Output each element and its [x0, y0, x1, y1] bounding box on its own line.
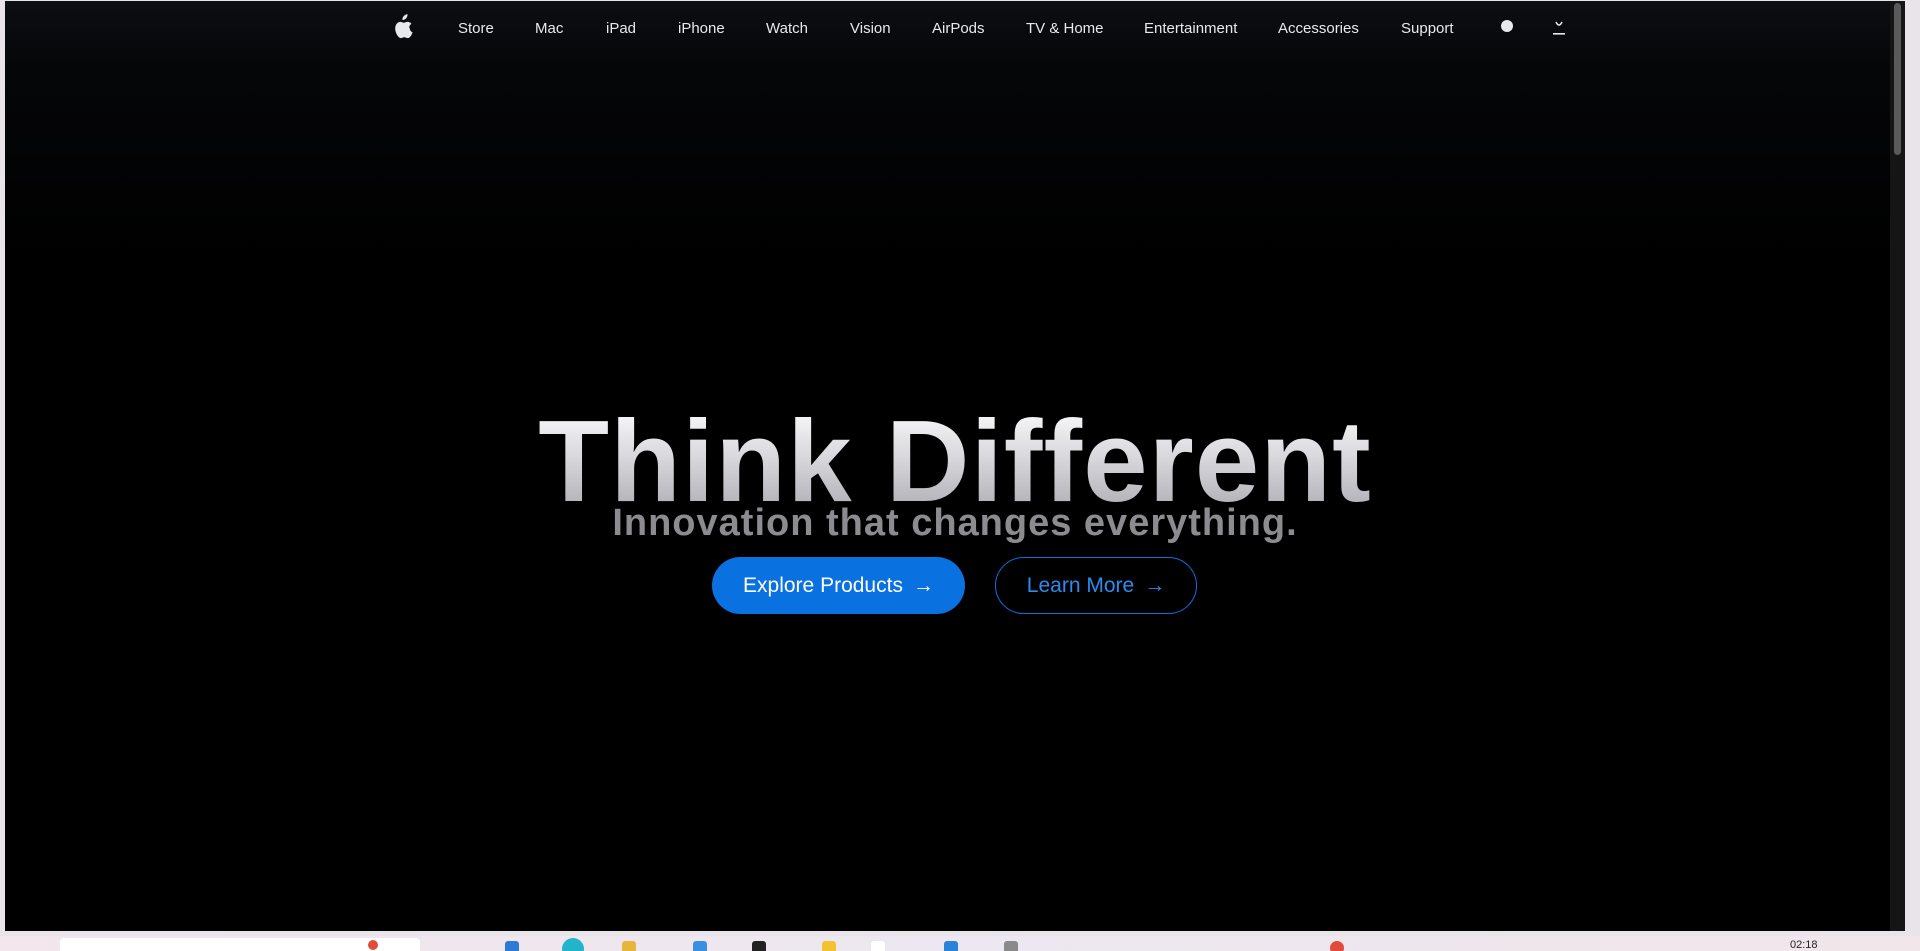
nav-item-ipad[interactable]: iPad	[606, 20, 636, 37]
learn-more-label: Learn More	[1026, 573, 1135, 597]
taskbar-app-icon[interactable]	[1004, 941, 1018, 951]
hero-subtitle: Innovation that changes everything.	[612, 502, 1298, 544]
os-taskbar: 02:18	[0, 936, 1920, 951]
nav-item-tv-home[interactable]: TV & Home	[1026, 20, 1104, 37]
taskbar-app-icon[interactable]	[752, 941, 766, 951]
arrow-right-icon: →	[1144, 573, 1166, 597]
scrollbar-thumb[interactable]	[1894, 3, 1901, 155]
taskbar-app-icon[interactable]	[505, 941, 519, 951]
nav-item-airpods[interactable]: AirPods	[932, 20, 985, 37]
nav-item-vision[interactable]: Vision	[850, 20, 891, 37]
taskbar-search[interactable]	[60, 938, 420, 951]
taskbar-app-icon[interactable]	[693, 941, 707, 951]
global-nav: Store Mac iPad iPhone Watch Vision AirPo…	[5, 1, 1905, 57]
nav-item-support[interactable]: Support	[1401, 20, 1454, 37]
explore-products-button[interactable]: Explore Products →	[712, 557, 965, 614]
edge-browser-icon[interactable]	[562, 938, 584, 951]
apple-logo-icon[interactable]	[391, 14, 413, 40]
learn-more-button[interactable]: Learn More →	[995, 557, 1197, 614]
pin-icon[interactable]	[368, 940, 378, 950]
browser-viewport: Store Mac iPad iPhone Watch Vision AirPo…	[5, 1, 1905, 931]
vertical-scrollbar[interactable]	[1890, 1, 1905, 931]
search-icon[interactable]	[1501, 20, 1513, 32]
taskbar-app-icon[interactable]	[871, 941, 885, 951]
taskbar-app-icon[interactable]	[822, 941, 836, 951]
nav-item-mac[interactable]: Mac	[535, 20, 563, 37]
nav-item-store[interactable]: Store	[458, 20, 494, 37]
nav-item-entertainment[interactable]: Entertainment	[1144, 20, 1237, 37]
explore-products-label: Explore Products	[743, 573, 903, 597]
arrow-right-icon: →	[912, 573, 934, 597]
taskbar-app-icon[interactable]	[944, 941, 958, 951]
file-explorer-icon[interactable]	[622, 941, 636, 951]
nav-item-accessories[interactable]: Accessories	[1278, 20, 1359, 37]
nav-item-watch[interactable]: Watch	[766, 20, 808, 37]
nav-item-iphone[interactable]: iPhone	[678, 20, 725, 37]
taskbar-clock[interactable]: 02:18	[1790, 939, 1818, 951]
bag-icon[interactable]	[1552, 19, 1566, 37]
taskbar-app-icon[interactable]	[1330, 941, 1344, 951]
